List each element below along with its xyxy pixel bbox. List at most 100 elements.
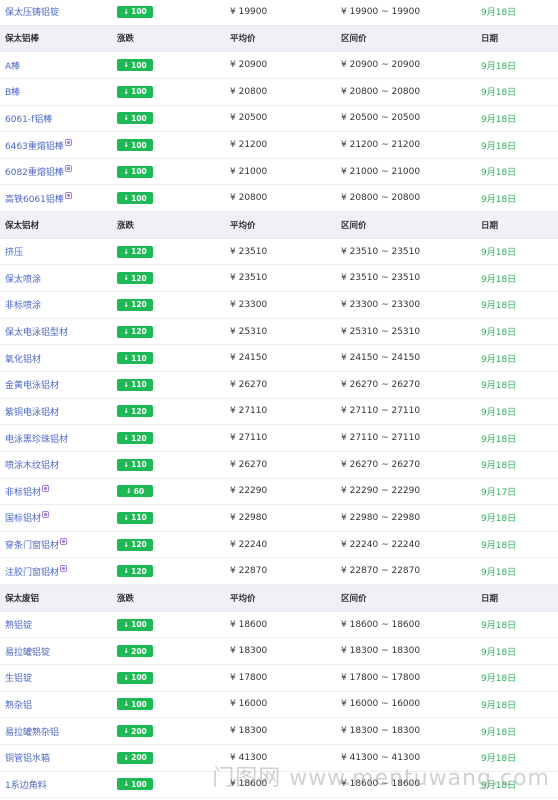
price-range: ¥ 24150 ~ 24150 bbox=[341, 353, 421, 364]
average-price: ¥ 21000 bbox=[230, 166, 268, 177]
change-cell: ↓ 200 bbox=[117, 638, 217, 664]
product-cell: 挤压 bbox=[5, 239, 115, 265]
product-link[interactable]: 保太喷涂 bbox=[5, 272, 41, 285]
table-row: 注胶门窗铝材 ↓ 120 ¥ 22870 ¥ 22870 ~ 22870 9月18日 bbox=[0, 558, 558, 586]
change-badge: ↓ 120 bbox=[117, 272, 153, 285]
table-row: 非标铝材 ↓ 60 ¥ 22290 ¥ 22290 ~ 22290 9月17日 bbox=[0, 479, 558, 506]
product-cell: 非标铝材 bbox=[5, 479, 115, 505]
product-link[interactable]: 非标铝材 bbox=[5, 485, 41, 498]
table-row: 生铝锭 ↓ 100 ¥ 17800 ¥ 17800 ~ 17800 9月18日 bbox=[0, 665, 558, 692]
arrow-down-icon: ↓ bbox=[123, 380, 130, 389]
product-link[interactable]: 喷涂木纹铝材 bbox=[5, 458, 59, 471]
price-date: 9月18日 bbox=[481, 88, 517, 99]
change-badge: ↓ 100 bbox=[117, 165, 153, 178]
table-row: 氧化铝材 ↓ 110 ¥ 24150 ¥ 24150 ~ 24150 9月18日 bbox=[0, 345, 558, 372]
section-header-row: 保太铝材 涨跌 平均价 区间价 日期 bbox=[0, 212, 558, 239]
product-link[interactable]: 电泳黑珍珠铝材 bbox=[5, 432, 68, 445]
product-link[interactable]: 非标喷涂 bbox=[5, 298, 41, 311]
change-cell: ↓ 100 bbox=[117, 692, 217, 718]
product-link[interactable]: 6463重熔铝棒 bbox=[5, 139, 64, 152]
external-link-icon[interactable] bbox=[60, 564, 68, 572]
external-link-icon[interactable] bbox=[64, 138, 72, 146]
product-link[interactable]: 铜管铝水箱 bbox=[5, 751, 50, 764]
price-range: ¥ 22870 ~ 22870 bbox=[341, 566, 421, 577]
price-range: ¥ 20800 ~ 20800 bbox=[341, 193, 421, 204]
column-header-range: 区间价 bbox=[341, 34, 367, 45]
arrow-down-icon: ↓ bbox=[123, 567, 130, 576]
price-date: 9月18日 bbox=[481, 301, 517, 312]
average-price: ¥ 20500 bbox=[230, 113, 268, 124]
arrow-down-icon: ↓ bbox=[123, 780, 130, 789]
average-price: ¥ 23510 bbox=[230, 246, 268, 257]
change-badge: ↓ 120 bbox=[117, 538, 153, 551]
price-table: 保太压铸铝锭 ↓ 100 ¥ 19900 ¥ 19900 ~ 19900 9月18日 保太铝… bbox=[0, 0, 558, 799]
product-link[interactable]: 保太电泳铝型材 bbox=[5, 325, 68, 338]
change-cell: ↓ 200 bbox=[117, 718, 217, 744]
product-link[interactable]: 金黄电泳铝材 bbox=[5, 378, 59, 391]
change-value: 120 bbox=[131, 540, 147, 550]
change-cell: ↓ 100 bbox=[117, 772, 217, 798]
product-link[interactable]: 熟杂铝 bbox=[5, 698, 32, 711]
product-link[interactable]: 熟铝锭 bbox=[5, 618, 32, 631]
section-header-row: 保太铝棒 涨跌 平均价 区间价 日期 bbox=[0, 25, 558, 53]
product-link[interactable]: A棒 bbox=[5, 59, 20, 72]
product-link[interactable]: 挤压 bbox=[5, 245, 23, 258]
arrow-down-icon: ↓ bbox=[123, 300, 130, 309]
product-cell: 保太喷涂 bbox=[5, 265, 115, 291]
change-value: 120 bbox=[131, 406, 147, 416]
price-date: 9月18日 bbox=[481, 168, 517, 179]
table-row: 高铁6061铝棒 ↓ 100 ¥ 20800 ¥ 20800 ~ 20800 9月18日 bbox=[0, 185, 558, 213]
product-link[interactable]: 保太压铸铝锭 bbox=[5, 5, 59, 18]
product-link[interactable]: 6061-f铝棒 bbox=[5, 112, 52, 125]
column-header-avg: 平均价 bbox=[230, 593, 256, 604]
change-cell: ↓ 120 bbox=[117, 265, 217, 291]
average-price: ¥ 26270 bbox=[230, 379, 268, 390]
average-price: ¥ 22870 bbox=[230, 566, 268, 577]
change-cell: ↓ 100 bbox=[117, 0, 217, 25]
change-badge: ↓ 100 bbox=[117, 139, 153, 152]
product-link[interactable]: 易拉罐熟杂铝 bbox=[5, 725, 59, 738]
external-link-icon[interactable] bbox=[60, 538, 68, 546]
price-date: 9月18日 bbox=[481, 434, 517, 445]
price-range: ¥ 25310 ~ 25310 bbox=[341, 326, 421, 337]
average-price: ¥ 18300 bbox=[230, 726, 268, 737]
external-link-icon[interactable] bbox=[42, 511, 50, 519]
column-header-range: 区间价 bbox=[341, 220, 367, 231]
average-price: ¥ 22980 bbox=[230, 512, 268, 523]
table-row: 喷涂木纹铝材 ↓ 110 ¥ 26270 ¥ 26270 ~ 26270 9月18日 bbox=[0, 452, 558, 479]
product-link[interactable]: 易拉罐铝锭 bbox=[5, 645, 50, 658]
average-price: ¥ 16000 bbox=[230, 699, 268, 710]
arrow-down-icon: ↓ bbox=[123, 727, 130, 736]
change-badge: ↓ 200 bbox=[117, 645, 153, 658]
external-link-icon[interactable] bbox=[64, 165, 72, 173]
external-link-icon[interactable] bbox=[42, 484, 50, 492]
table-row: 6061-f铝棒 ↓ 100 ¥ 20500 ¥ 20500 ~ 20500 9月18日 bbox=[0, 106, 558, 133]
change-value: 110 bbox=[131, 353, 147, 363]
product-link[interactable]: 6082重熔铝棒 bbox=[5, 165, 64, 178]
change-badge: ↓ 110 bbox=[117, 458, 153, 471]
change-cell: ↓ 100 bbox=[117, 106, 217, 132]
price-date: 9月18日 bbox=[481, 461, 517, 472]
price-date: 9月18日 bbox=[481, 8, 517, 19]
change-value: 120 bbox=[131, 433, 147, 443]
product-link[interactable]: 氧化铝材 bbox=[5, 352, 41, 365]
product-link[interactable]: 1系边角料 bbox=[5, 778, 47, 791]
section-title: 保太废铝 bbox=[5, 593, 40, 604]
average-price: ¥ 24150 bbox=[230, 353, 268, 364]
product-cell: 国标铝材 bbox=[5, 505, 115, 531]
price-date: 9月18日 bbox=[481, 541, 517, 552]
change-value: 120 bbox=[131, 566, 147, 576]
product-cell: A棒 bbox=[5, 52, 115, 78]
product-link[interactable]: B棒 bbox=[5, 85, 20, 98]
product-link[interactable]: 穿条门窗铝材 bbox=[5, 538, 59, 551]
watermark: 门图网 www.mentuwang.com bbox=[212, 766, 550, 791]
column-header-date: 日期 bbox=[481, 593, 499, 604]
product-link[interactable]: 生铝锭 bbox=[5, 671, 32, 684]
product-link[interactable]: 紫铜电泳铝材 bbox=[5, 405, 59, 418]
change-cell: ↓ 110 bbox=[117, 452, 217, 478]
external-link-icon[interactable] bbox=[64, 191, 72, 199]
product-link[interactable]: 高铁6061铝棒 bbox=[5, 192, 64, 205]
product-link[interactable]: 注胶门窗铝材 bbox=[5, 565, 59, 578]
product-link[interactable]: 国标铝材 bbox=[5, 511, 41, 524]
price-range: ¥ 17800 ~ 17800 bbox=[341, 672, 421, 683]
